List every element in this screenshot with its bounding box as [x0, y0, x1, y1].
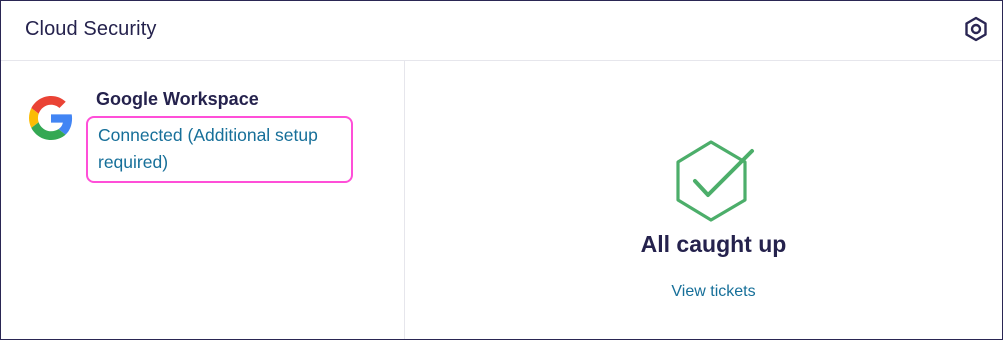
card-title: Cloud Security: [25, 18, 157, 40]
integration-status-link[interactable]: Connected (Additional setup required): [86, 116, 353, 183]
empty-state-title: All caught up: [640, 231, 787, 257]
settings-button[interactable]: [963, 16, 989, 42]
integration-name: Google Workspace: [96, 89, 259, 109]
card-header: Cloud Security: [1, 1, 1002, 61]
google-g-icon: [29, 96, 73, 140]
hexagon-check-icon: [676, 140, 754, 222]
settings-hexagon-icon: [965, 16, 987, 42]
integration-pane: Google Workspace Connected (Additional s…: [1, 61, 405, 339]
cloud-security-card: Cloud Security Google Workspace Connecte…: [0, 0, 1003, 340]
view-tickets-link[interactable]: View tickets: [405, 283, 1003, 301]
status-pane: All caught up View tickets: [405, 61, 1002, 339]
